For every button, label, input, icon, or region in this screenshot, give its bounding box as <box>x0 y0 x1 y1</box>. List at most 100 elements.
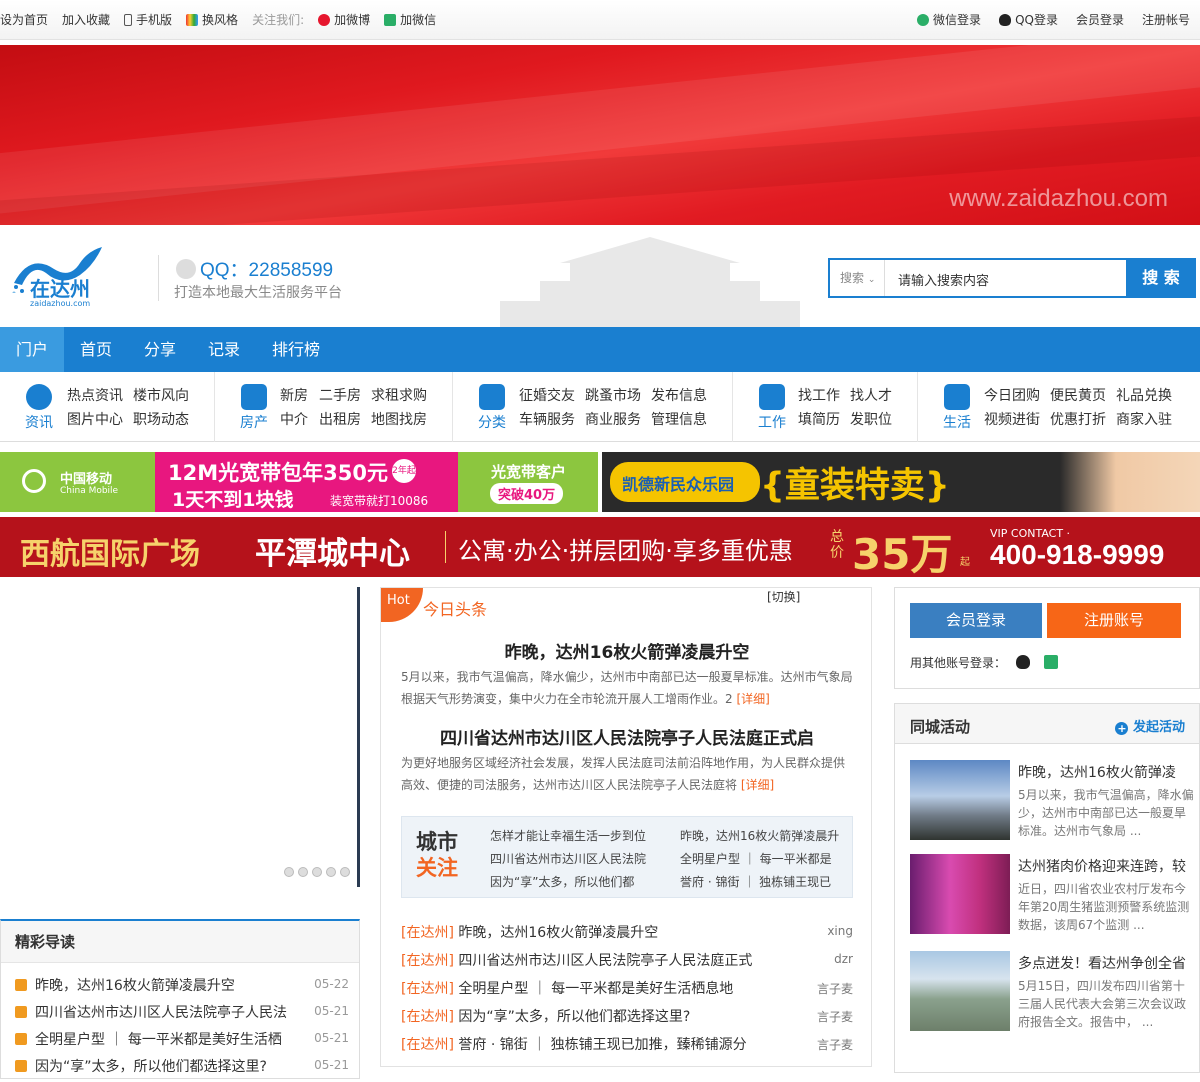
star-icon <box>944 384 970 410</box>
quick-link[interactable]: 新房 <box>280 385 308 405</box>
quick-link[interactable]: 求租求购 <box>371 385 427 405</box>
nav-portal[interactable]: 门户 <box>0 327 64 372</box>
activity-item[interactable]: 多点迸发！看达州争创全省 5月15日，四川发布四川省第十三届人民代表大会第三次会… <box>910 951 1200 1041</box>
change-style-label: 换风格 <box>202 13 239 27</box>
ad-real-estate[interactable]: 西航国际广场 平潭城中心 公寓·办公·拼层团购·享多重优惠 总价 35万 起 V… <box>0 517 1200 577</box>
city-focus-item[interactable]: 四川省达州市达川区人民法院 <box>490 850 646 867</box>
quick-link[interactable]: 礼品兑换 <box>1116 385 1172 405</box>
quick-group-house: 房产 新房 二手房 求租求购 中介 出租房 地图找房 <box>215 372 453 442</box>
follow-wechat-link[interactable]: 加微信 <box>384 11 436 28</box>
guide-item[interactable]: 全明星户型 ｜ 每一平米都是美好生活栖 05-21 <box>15 1029 349 1055</box>
activity-item[interactable]: 昨晚，达州16枚火箭弹凌 5月以来，我市气温偏高，降水偏少，达州市中南部已达一般… <box>910 760 1200 850</box>
quick-link[interactable]: 地图找房 <box>371 409 427 429</box>
quick-link[interactable]: 发职位 <box>850 409 892 429</box>
quick-link[interactable]: 职场动态 <box>133 409 189 429</box>
quick-link[interactable]: 跳蚤市场 <box>585 385 641 405</box>
top-banner[interactable]: www.zaidazhou.com <box>0 45 1200 225</box>
publish-activity-link[interactable]: + 发起活动 <box>1115 716 1185 735</box>
qq-login-link[interactable]: QQ登录 <box>999 11 1058 28</box>
news-list-item[interactable]: [在达州] 誉府 · 锦街 ｜ 独栋铺王现已加推，臻稀铺源分 言子麦 <box>401 1034 853 1054</box>
detail-link[interactable]: [详细] <box>741 778 774 792</box>
slider-dot[interactable] <box>326 867 336 877</box>
follow-weibo-link[interactable]: 加微博 <box>318 11 370 28</box>
headline-title[interactable]: 昨晚，达州16枚火箭弹凌晨升空 <box>381 638 873 663</box>
search-button[interactable]: 搜 索 <box>1126 258 1196 298</box>
detail-link[interactable]: [详细] <box>736 692 769 706</box>
city-focus-item[interactable]: 怎样才能让幸福生活一步到位 <box>490 827 646 844</box>
quick-link[interactable]: 找工作 <box>798 385 840 405</box>
quick-caption[interactable]: 分类 <box>478 412 506 432</box>
nav-home[interactable]: 首页 <box>64 327 128 372</box>
register-link[interactable]: 注册帐号 <box>1142 11 1190 28</box>
set-homepage-link[interactable]: 设为首页 <box>0 11 48 28</box>
slider-dot[interactable] <box>340 867 350 877</box>
slider-dot[interactable] <box>284 867 294 877</box>
add-favorite-link[interactable]: 加入收藏 <box>62 11 110 28</box>
ad-china-mobile[interactable]: 中国移动 China Mobile 12M光宽带包年350元 2年起 1天不到1… <box>0 452 598 512</box>
image-slider[interactable] <box>0 587 360 887</box>
quick-link[interactable]: 征婚交友 <box>519 385 575 405</box>
quick-link[interactable]: 二手房 <box>319 385 361 405</box>
guide-item[interactable]: 昨晚，达州16枚火箭弹凌晨升空 05-22 <box>15 975 349 1001</box>
city-focus-item[interactable]: 誉府 · 锦街 ｜ 独栋铺王现已 <box>680 873 831 890</box>
nav-share[interactable]: 分享 <box>128 327 192 372</box>
quick-link[interactable]: 发布信息 <box>651 385 707 405</box>
search-category-select[interactable]: 搜索 ⌄ <box>830 260 885 296</box>
change-style-link[interactable]: 换风格 <box>186 11 238 28</box>
quick-link[interactable]: 车辆服务 <box>519 409 575 429</box>
guide-item-title: 昨晚，达州16枚火箭弹凌晨升空 <box>35 978 235 994</box>
guide-item-title: 因为“享”太多，所以他们都选择这里? <box>35 1059 267 1075</box>
city-focus-item[interactable]: 因为“享”太多，所以他们都 <box>490 873 634 890</box>
nav-records[interactable]: 记录 <box>192 327 256 372</box>
quick-link[interactable]: 优惠打折 <box>1050 409 1106 429</box>
register-button[interactable]: 注册账号 <box>1047 603 1181 638</box>
quick-link[interactable]: 视频进街 <box>984 409 1040 429</box>
qq-login-label: QQ登录 <box>1015 13 1058 27</box>
headline-title[interactable]: 四川省达州市达川区人民法院亭子人民法庭正式启 <box>381 724 873 749</box>
quick-link[interactable]: 便民黄页 <box>1050 385 1106 405</box>
quick-caption[interactable]: 工作 <box>758 412 786 432</box>
nav-ranking[interactable]: 排行榜 <box>256 327 336 372</box>
quick-link[interactable]: 热点资讯 <box>67 385 123 405</box>
site-header: 在达州 zaidazhou.com QQ：22858599 打造本地最大生活服务… <box>0 225 1200 327</box>
quick-link[interactable]: 管理信息 <box>651 409 707 429</box>
quick-caption[interactable]: 房产 <box>240 412 268 432</box>
qq-penguin-icon[interactable] <box>1015 655 1030 669</box>
quick-link[interactable]: 楼市风向 <box>133 385 189 405</box>
search-input[interactable]: 请输入搜索内容 <box>898 270 989 289</box>
logo-subtext: zaidazhou.com <box>30 299 91 308</box>
qq-number: QQ：22858599 <box>176 255 333 282</box>
guide-item[interactable]: 四川省达州市达川区人民法院亭子人民法 05-21 <box>15 1002 349 1028</box>
city-focus-item[interactable]: 全明星户型 ｜ 每一平米都是 <box>680 850 832 867</box>
member-login-button[interactable]: 会员登录 <box>910 603 1042 638</box>
quick-link[interactable]: 中介 <box>280 409 308 429</box>
quick-link[interactable]: 商业服务 <box>585 409 641 429</box>
news-tag: [在达州] <box>401 925 454 941</box>
news-list-item[interactable]: [在达州] 四川省达州市达川区人民法院亭子人民法庭正式 dzr <box>401 950 853 970</box>
ad-kids-clothing[interactable]: 凯德新民众乐园 {童装特卖} <box>602 452 1200 512</box>
mobile-version-link[interactable]: 手机版 <box>124 11 172 28</box>
quick-link[interactable]: 找人才 <box>850 385 892 405</box>
publish-activity-label: 发起活动 <box>1132 720 1185 735</box>
news-list-item[interactable]: [在达州] 全明星户型 ｜ 每一平米都是美好生活栖息地 言子麦 <box>401 978 853 998</box>
site-logo[interactable]: 在达州 zaidazhou.com <box>10 243 106 313</box>
switch-link[interactable]: [切换] <box>767 588 800 605</box>
quick-caption[interactable]: 资讯 <box>25 412 53 432</box>
quick-link[interactable]: 今日团购 <box>984 385 1040 405</box>
wechat-icon[interactable] <box>1043 655 1058 669</box>
guide-item[interactable]: 因为“享”太多，所以他们都选择这里? 05-21 <box>15 1056 349 1082</box>
bullet-icon <box>15 979 27 991</box>
quick-link[interactable]: 出租房 <box>319 409 361 429</box>
city-focus-item[interactable]: 昨晚，达州16枚火箭弹凌晨升 <box>680 827 839 844</box>
activity-item[interactable]: 达州猪肉价格迎来连跨，较 近日，四川省农业农村厅发布今年第20周生猪监测预警系统… <box>910 854 1200 944</box>
quick-caption[interactable]: 生活 <box>943 412 971 432</box>
quick-link[interactable]: 填简历 <box>798 409 840 429</box>
member-login-link[interactable]: 会员登录 <box>1076 11 1124 28</box>
quick-link[interactable]: 商家入驻 <box>1116 409 1172 429</box>
slider-dot[interactable] <box>312 867 322 877</box>
slider-dot[interactable] <box>298 867 308 877</box>
news-list-item[interactable]: [在达州] 昨晚，达州16枚火箭弹凌晨升空 xing <box>401 922 853 942</box>
quick-link[interactable]: 图片中心 <box>67 409 123 429</box>
wechat-login-link[interactable]: 微信登录 <box>917 11 981 28</box>
news-list-item[interactable]: [在达州] 因为“享”太多，所以他们都选择这里? 言子麦 <box>401 1006 853 1026</box>
